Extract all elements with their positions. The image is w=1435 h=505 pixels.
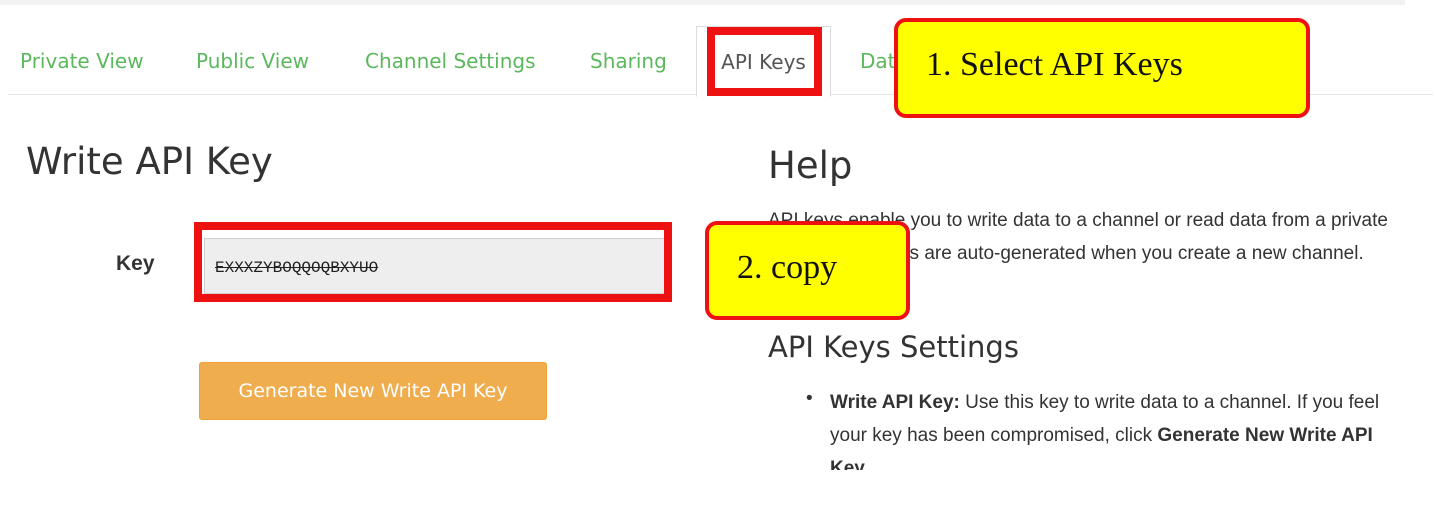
tab-public-view[interactable]: Public View <box>196 24 309 94</box>
generate-new-write-api-key-button[interactable]: Generate New Write API Key <box>199 362 547 420</box>
list-item-end: . <box>864 458 871 470</box>
step2-callout: 2. copy <box>705 221 910 320</box>
step2-callout-text: 2. copy <box>737 249 838 286</box>
help-heading: Help <box>768 144 853 187</box>
step1-callout: 1. Select API Keys <box>894 18 1310 118</box>
write-api-key-heading: Write API Key <box>26 140 273 183</box>
api-keys-settings-list: Write API Key: Use this key to write dat… <box>830 386 1415 470</box>
top-strip <box>0 0 1405 5</box>
tab-channel-settings[interactable]: Channel Settings <box>365 24 536 94</box>
list-item: Write API Key: Use this key to write dat… <box>830 386 1415 470</box>
write-api-key-term: Write API Key: <box>830 392 960 413</box>
tab-private-view[interactable]: Private View <box>20 24 144 94</box>
key-label: Key <box>116 252 155 275</box>
api-keys-tab-highlight <box>707 27 822 96</box>
tab-sharing[interactable]: Sharing <box>590 24 667 94</box>
bullet-icon: • <box>806 388 813 409</box>
key-field-highlight <box>194 222 672 302</box>
api-keys-settings-heading: API Keys Settings <box>768 330 1019 364</box>
step1-callout-text: 1. Select API Keys <box>926 46 1183 83</box>
